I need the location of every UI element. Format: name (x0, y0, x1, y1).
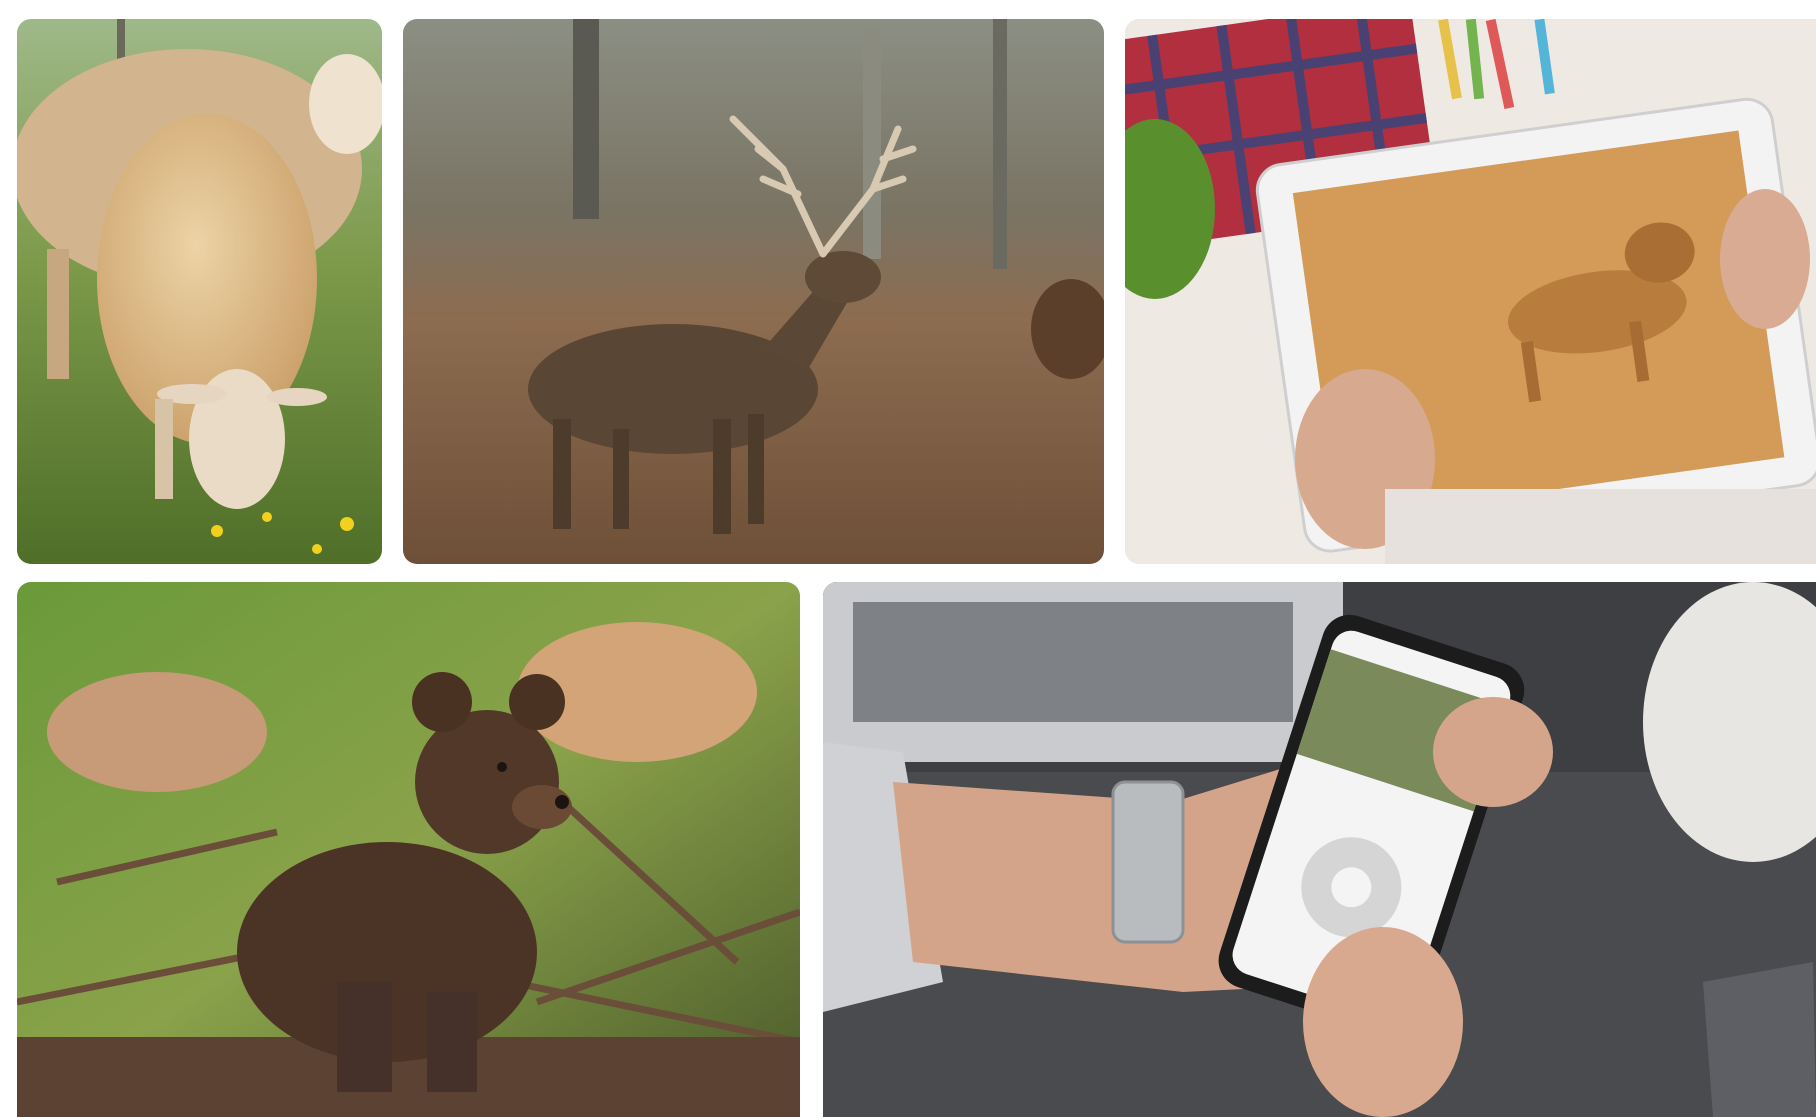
photo-brown-bear-cub (17, 582, 800, 1117)
photo-phone-camera-app (823, 582, 1816, 1117)
sheep-image (17, 19, 382, 564)
bear-image (17, 582, 800, 1117)
photo-red-deer-stag (403, 19, 1104, 564)
photo-sheep-grazing (17, 19, 382, 564)
photo-tablet-lion-video (1125, 19, 1816, 564)
phone-image (823, 582, 1816, 1117)
deer-image (403, 19, 1104, 564)
tablet-image (1125, 19, 1816, 564)
